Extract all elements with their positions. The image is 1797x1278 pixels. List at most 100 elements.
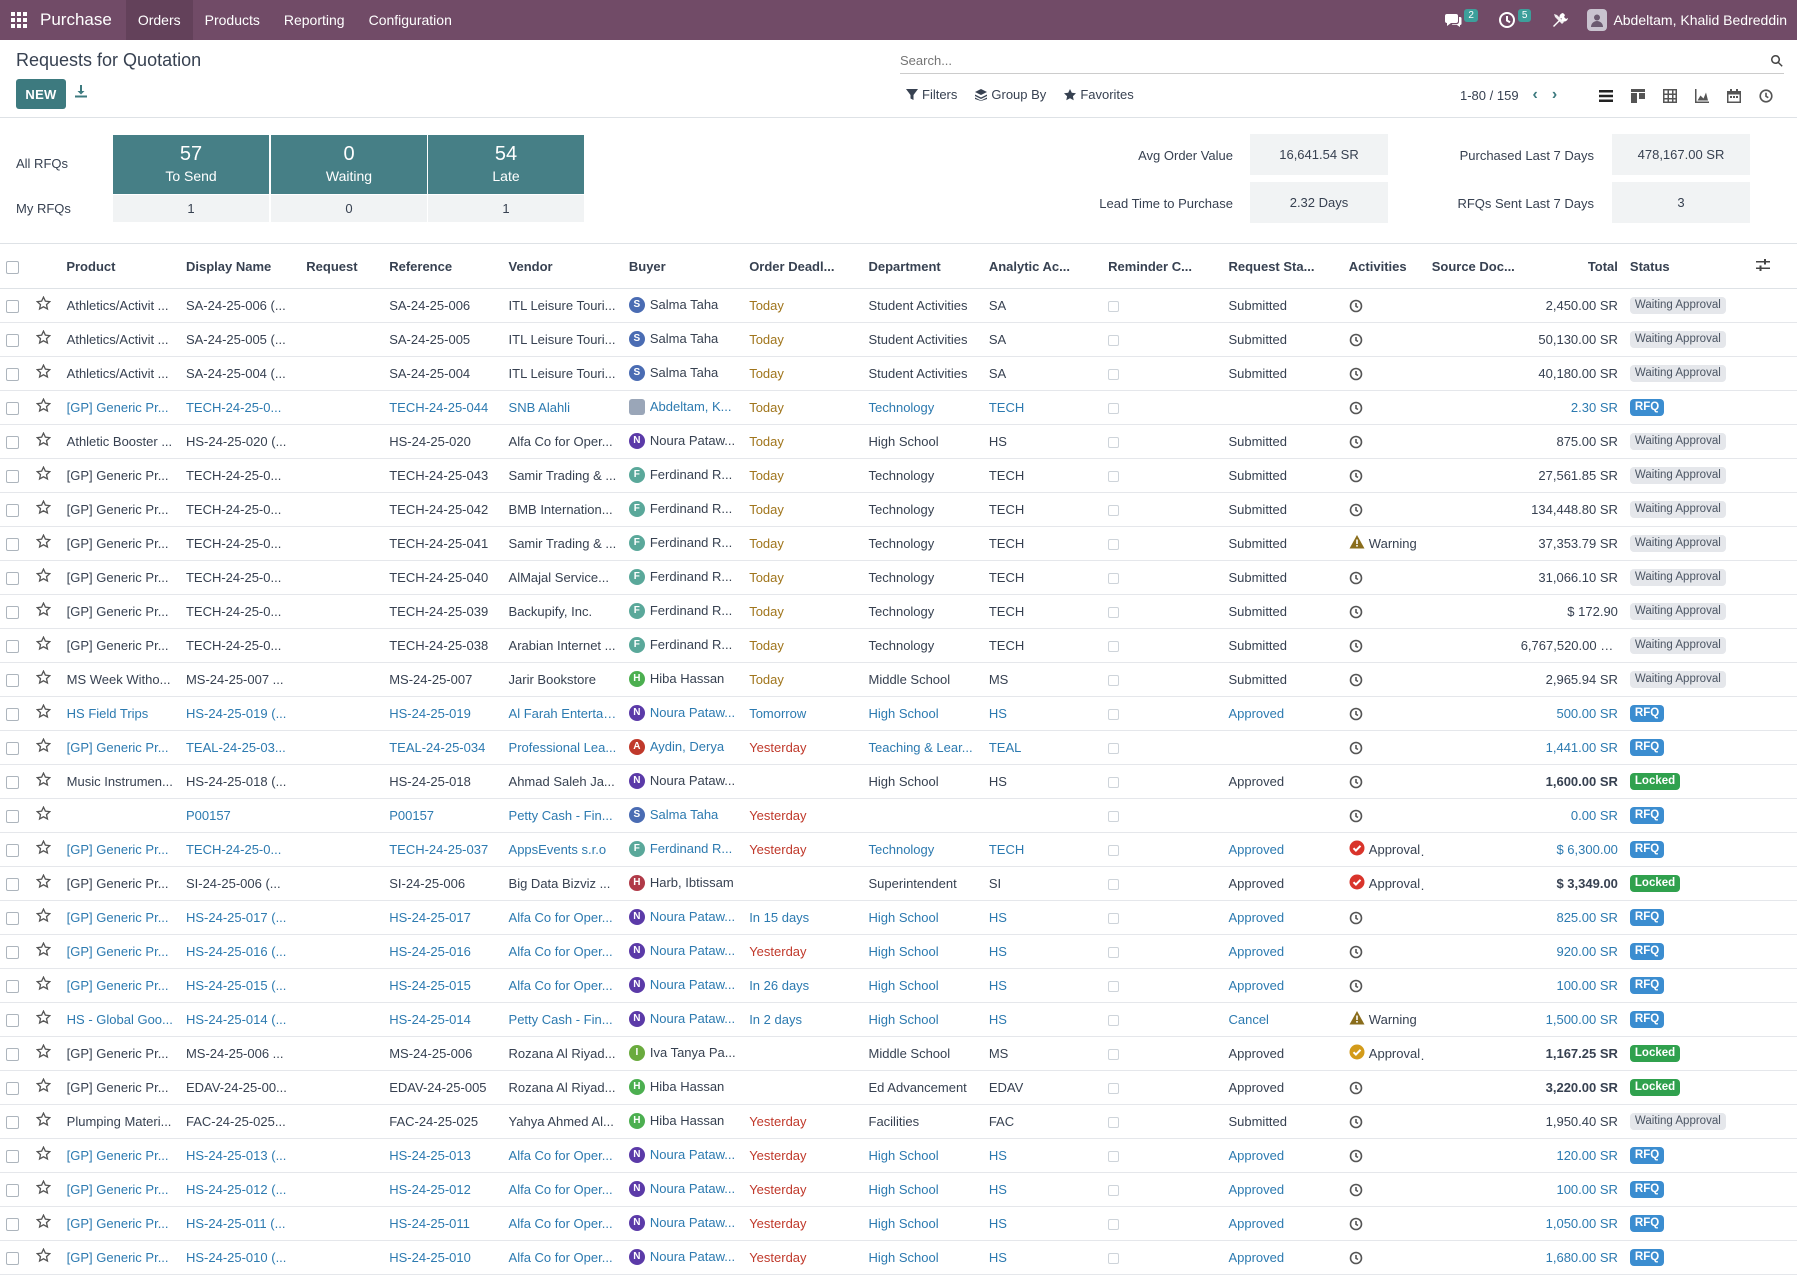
col-display-name[interactable]: Display Name (179, 246, 301, 289)
activity-clock-icon[interactable] (1349, 433, 1363, 449)
activity-clock-icon[interactable] (1349, 671, 1363, 687)
favorite-star-icon[interactable] (30, 832, 61, 867)
row-checkbox[interactable] (0, 560, 31, 595)
row-checkbox[interactable] (0, 1002, 31, 1037)
row-checkbox[interactable] (0, 798, 31, 833)
reminder-checkbox[interactable] (1108, 1014, 1120, 1026)
reminder-checkbox[interactable] (1108, 810, 1120, 822)
table-row[interactable]: [GP] Generic Pr... TECH-24-25-0... TECH-24… (0, 594, 1797, 629)
row-checkbox[interactable] (0, 356, 31, 391)
col-buyer[interactable]: Buyer (622, 246, 744, 289)
reminder-checkbox[interactable] (1108, 844, 1120, 856)
reminder-checkbox[interactable] (1108, 708, 1120, 720)
row-checkbox[interactable] (0, 1036, 31, 1071)
reminder-checkbox[interactable] (1108, 1116, 1120, 1128)
search-input[interactable] (900, 53, 1770, 68)
favorite-star-icon[interactable] (30, 764, 61, 799)
activity-badge[interactable]: Approval (1349, 840, 1420, 859)
table-row[interactable]: [GP] Generic Pr... MS-24-25-006 ... MS-24-… (0, 1036, 1797, 1071)
tile-to-send[interactable]: 57 To Send (113, 135, 269, 194)
table-row[interactable]: [GP] Generic Pr... TECH-24-25-0... TECH-24… (0, 458, 1797, 493)
reminder-checkbox[interactable] (1108, 1184, 1120, 1196)
kanban-view-button[interactable] (1622, 83, 1654, 109)
table-row[interactable]: [GP] Generic Pr... TECH-24-25-0... TECH-24… (0, 492, 1797, 527)
col-product[interactable]: Product (30, 246, 180, 289)
reminder-checkbox[interactable] (1108, 640, 1120, 652)
search-icon[interactable] (1770, 54, 1784, 68)
graph-view-button[interactable] (1686, 83, 1718, 109)
row-checkbox[interactable] (0, 1240, 31, 1275)
reminder-checkbox[interactable] (1108, 402, 1120, 414)
reminder-checkbox[interactable] (1108, 470, 1120, 482)
favorites-button[interactable]: Favorites (1064, 87, 1134, 102)
reminder-checkbox[interactable] (1108, 1218, 1120, 1230)
table-row[interactable]: Athletics/Activit ... SA-24-25-004 (... SA… (0, 356, 1797, 391)
activity-clock-icon[interactable] (1349, 739, 1363, 755)
favorite-star-icon[interactable] (30, 696, 61, 731)
favorite-star-icon[interactable] (30, 730, 61, 765)
favorite-star-icon[interactable] (30, 424, 61, 459)
row-checkbox[interactable] (0, 594, 31, 629)
user-menu[interactable]: Abdeltam, Khalid Bedreddin (1579, 9, 1787, 31)
col-activities[interactable]: Activities (1342, 246, 1426, 289)
activity-clock-icon[interactable] (1349, 399, 1363, 415)
row-checkbox[interactable] (0, 390, 31, 425)
col-department[interactable]: Department (862, 246, 983, 289)
table-row[interactable]: [GP] Generic Pr... TECH-24-25-0... TECH-24… (0, 560, 1797, 595)
reminder-checkbox[interactable] (1108, 334, 1120, 346)
debug-tools-button[interactable] (1541, 0, 1579, 40)
row-checkbox[interactable] (0, 526, 31, 561)
favorite-star-icon[interactable] (30, 798, 61, 833)
row-checkbox[interactable] (0, 1206, 31, 1241)
my-to-send-count[interactable]: 1 (113, 195, 269, 222)
row-checkbox[interactable] (0, 968, 31, 1003)
col-request[interactable]: Request (300, 246, 384, 289)
activity-clock-icon[interactable] (1349, 467, 1363, 483)
activity-clock-icon[interactable] (1349, 569, 1363, 585)
table-row[interactable]: [GP] Generic Pr... TECH-24-25-0... TECH-24… (0, 390, 1797, 425)
reminder-checkbox[interactable] (1108, 912, 1120, 924)
activity-clock-icon[interactable] (1349, 1181, 1363, 1197)
new-button[interactable]: NEW (16, 79, 66, 109)
activity-clock-icon[interactable] (1349, 603, 1363, 619)
reminder-checkbox[interactable] (1108, 368, 1120, 380)
favorite-star-icon[interactable] (30, 1138, 61, 1173)
favorite-star-icon[interactable] (30, 1206, 61, 1241)
favorite-star-icon[interactable] (30, 492, 61, 527)
table-row[interactable]: [GP] Generic Pr... HS-24-25-010 (... HS-24… (0, 1240, 1797, 1275)
favorite-star-icon[interactable] (30, 934, 61, 969)
reminder-checkbox[interactable] (1108, 742, 1120, 754)
reminder-checkbox[interactable] (1108, 538, 1120, 550)
activity-clock-icon[interactable] (1349, 807, 1363, 823)
favorite-star-icon[interactable] (30, 594, 61, 629)
app-name[interactable]: Purchase (38, 10, 114, 30)
reminder-checkbox[interactable] (1108, 980, 1120, 992)
table-row[interactable]: [GP] Generic Pr... TECH-24-25-0... TECH-24… (0, 628, 1797, 663)
row-checkbox[interactable] (0, 832, 31, 867)
table-row[interactable]: [GP] Generic Pr... HS-24-25-015 (... HS-24… (0, 968, 1797, 1003)
activity-clock-icon[interactable] (1349, 1215, 1363, 1231)
row-checkbox[interactable] (0, 1138, 31, 1173)
table-row[interactable]: Music Instrumen... HS-24-25-018 (... HS-24… (0, 764, 1797, 799)
favorite-star-icon[interactable] (30, 458, 61, 493)
col-status[interactable]: Status (1623, 246, 1751, 289)
favorite-star-icon[interactable] (30, 322, 61, 357)
favorite-star-icon[interactable] (30, 1036, 61, 1071)
favorite-star-icon[interactable] (30, 1172, 61, 1207)
favorite-star-icon[interactable] (30, 288, 61, 323)
groupby-button[interactable]: Group By (975, 87, 1046, 102)
tile-late[interactable]: 54 Late (428, 135, 584, 194)
activity-clock-icon[interactable] (1349, 943, 1363, 959)
activity-badge[interactable]: Warning (1349, 534, 1417, 553)
table-row[interactable]: [GP] Generic Pr... HS-24-25-016 (... HS-24… (0, 934, 1797, 969)
calendar-view-button[interactable] (1718, 83, 1750, 109)
favorite-star-icon[interactable] (30, 390, 61, 425)
table-row[interactable]: P00157 P00157 Petty Cash - Fin... S Salma Ta… (0, 798, 1797, 833)
activity-clock-icon[interactable] (1349, 1079, 1363, 1095)
my-waiting-count[interactable]: 0 (271, 195, 427, 222)
activity-clock-icon[interactable] (1349, 705, 1363, 721)
reminder-checkbox[interactable] (1108, 606, 1120, 618)
table-row[interactable]: [GP] Generic Pr... TECH-24-25-0... TECH-24… (0, 832, 1797, 867)
row-checkbox[interactable] (0, 458, 31, 493)
row-checkbox[interactable] (0, 730, 31, 765)
